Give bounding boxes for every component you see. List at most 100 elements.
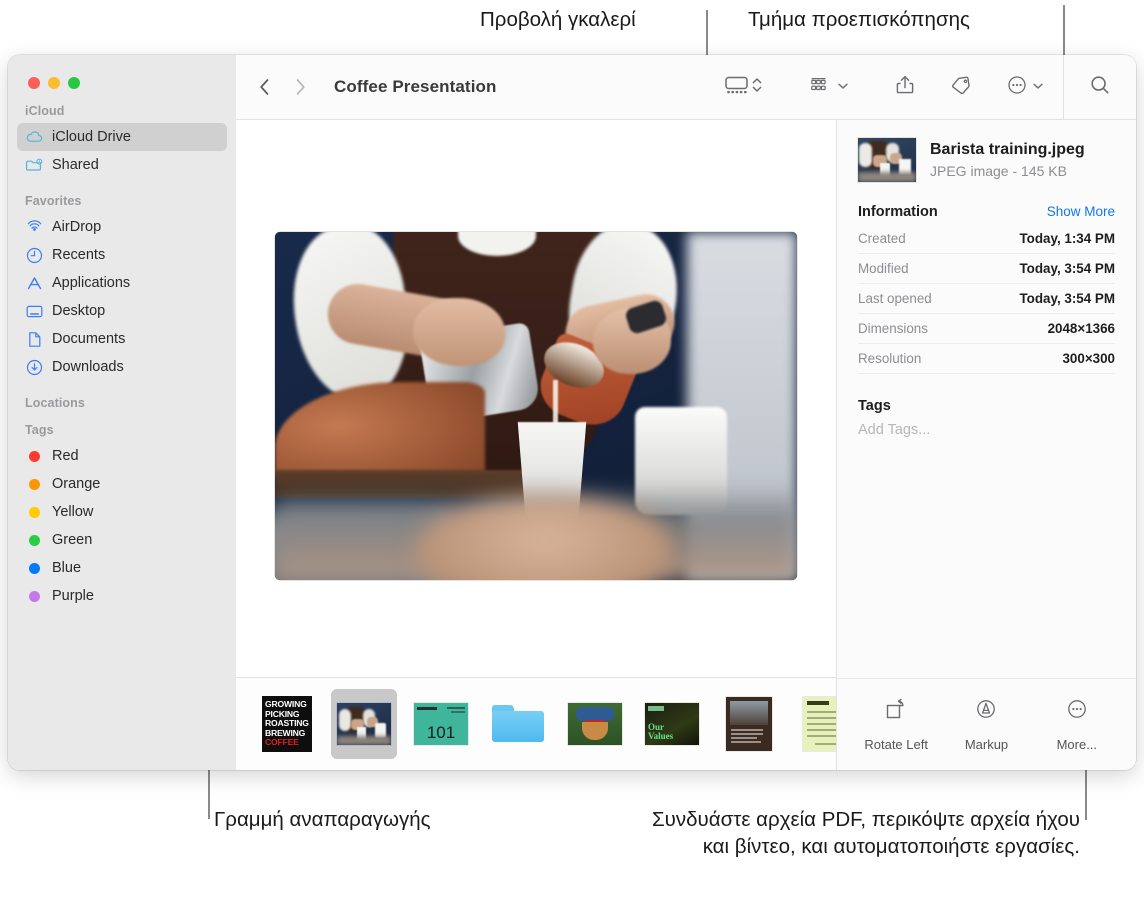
sidebar-tag-orange[interactable]: Orange [17, 470, 227, 498]
filmstrip-item-coffee-101-slide[interactable]: 101 [408, 689, 474, 759]
search-icon [1088, 73, 1112, 102]
gallery-preview [236, 120, 836, 677]
tag-button[interactable] [940, 55, 981, 119]
sidebar-item-recents[interactable]: Recents [17, 241, 227, 269]
more-button[interactable]: More... [1032, 697, 1122, 752]
chevron-down-icon [837, 78, 849, 96]
filmstrip-item-berries-photo[interactable] [562, 689, 628, 759]
sidebar-item-label: Recents [52, 247, 105, 263]
window-controls [8, 55, 236, 89]
sidebar-item-label: iCloud Drive [52, 129, 131, 145]
back-button[interactable] [256, 75, 272, 99]
filmstrip-item-recipe-sheet[interactable] [793, 689, 836, 759]
quick-actions-bar: Rotate Left Markup [837, 678, 1136, 770]
chevron-down-icon [1032, 78, 1044, 96]
sidebar-item-desktop[interactable]: Desktop [17, 297, 227, 325]
screenshot-stage: Προβολή γκαλερί Τμήμα προεπισκόπησης Γρα… [0, 0, 1144, 912]
slide-101-thumbnail: 101 [414, 703, 468, 745]
gallery-area: GROWING PICKING ROASTING BREWING COFFEE [236, 120, 837, 770]
filmstrip-item-our-values-slide[interactable]: Our Values [639, 689, 705, 759]
tag-icon [949, 74, 972, 101]
forward-button[interactable] [292, 75, 308, 99]
document-icon [25, 330, 44, 349]
sidebar-item-label: Shared [52, 157, 99, 173]
add-tags-input[interactable]: Add Tags... [858, 422, 1115, 438]
toolbar: Coffee Presentation [236, 55, 1136, 120]
sidebar-tag-purple[interactable]: Purple [17, 582, 227, 610]
file-header: Barista training.jpeg JPEG image - 145 K… [858, 138, 1115, 182]
tag-color-dot [29, 591, 40, 602]
info-key: Modified [858, 261, 909, 276]
applications-icon [25, 274, 44, 293]
toolbar-actions [715, 55, 1136, 119]
tags-title: Tags [858, 398, 1115, 414]
poster-line: COFFEE [265, 738, 312, 747]
slide-101-number: 101 [427, 723, 455, 743]
sidebar-item-label: Documents [52, 331, 125, 347]
tag-color-dot [29, 451, 40, 462]
info-key: Dimensions [858, 321, 928, 336]
ellipsis-circle-icon [1006, 74, 1028, 101]
sidebar-item-icloud-drive[interactable]: iCloud Drive [17, 123, 227, 151]
sidebar-tag-red[interactable]: Red [17, 442, 227, 470]
berries-thumbnail [568, 703, 622, 745]
tag-color-dot [29, 479, 40, 490]
search-button[interactable] [1064, 55, 1136, 119]
callout-preview-pane: Τμήμα προεπισκόπησης [748, 6, 970, 33]
group-items-button[interactable] [800, 55, 858, 119]
file-title-block: Barista training.jpeg JPEG image - 145 K… [930, 140, 1085, 180]
sidebar-item-shared[interactable]: Shared [17, 151, 227, 179]
sidebar-item-applications[interactable]: Applications [17, 269, 227, 297]
info-key: Created [858, 231, 906, 246]
clock-icon [25, 246, 44, 265]
filmstrip-item-coffee-stages-poster[interactable]: GROWING PICKING ROASTING BREWING COFFEE [254, 689, 320, 759]
markup-button[interactable]: Markup [941, 697, 1031, 752]
sidebar-tag-label: Purple [52, 588, 94, 604]
sidebar-item-documents[interactable]: Documents [17, 325, 227, 353]
info-scroll-area: Barista training.jpeg JPEG image - 145 K… [837, 120, 1136, 678]
rotate-left-button[interactable]: Rotate Left [851, 697, 941, 752]
sidebar-section-favorites-title: Favorites [8, 193, 236, 210]
filmstrip-item-meeting-document[interactable] [716, 689, 782, 759]
sidebar-tag-green[interactable]: Green [17, 526, 227, 554]
sidebar-item-label: AirDrop [52, 219, 101, 235]
values-title-line2: Values [648, 731, 673, 741]
minimize-button[interactable] [48, 77, 60, 89]
filmstrip-item-folder[interactable] [485, 689, 551, 759]
info-value: Today, 3:54 PM [1020, 291, 1116, 306]
info-row-dimensions: Dimensions 2048×1366 [858, 314, 1115, 344]
sidebar-tag-label: Green [52, 532, 92, 548]
sidebar-item-label: Applications [52, 275, 130, 291]
tag-color-dot [29, 563, 40, 574]
close-button[interactable] [28, 77, 40, 89]
navigation-arrows [236, 75, 308, 99]
view-options-stepper[interactable] [751, 55, 772, 119]
content-area: GROWING PICKING ROASTING BREWING COFFEE [236, 120, 1136, 770]
share-button[interactable] [886, 55, 924, 119]
main-column: Coffee Presentation [236, 55, 1136, 770]
action-label: Markup [965, 737, 1008, 752]
info-row-last-opened: Last opened Today, 3:54 PM [858, 284, 1115, 314]
sidebar-tag-yellow[interactable]: Yellow [17, 498, 227, 526]
sidebar-tag-blue[interactable]: Blue [17, 554, 227, 582]
filmstrip[interactable]: GROWING PICKING ROASTING BREWING COFFEE [236, 677, 836, 770]
action-label: More... [1057, 737, 1097, 752]
icloud-icon [25, 128, 44, 147]
up-down-chevron-icon [751, 74, 763, 101]
folder-icon [490, 703, 546, 745]
sidebar-item-airdrop[interactable]: AirDrop [17, 213, 227, 241]
zoom-button[interactable] [68, 77, 80, 89]
filmstrip-item-barista-training-photo[interactable] [331, 689, 397, 759]
sidebar-item-downloads[interactable]: Downloads [17, 353, 227, 381]
more-actions-button[interactable] [997, 55, 1053, 119]
preview-image-barista[interactable] [275, 232, 797, 580]
info-value: Today, 1:34 PM [1020, 231, 1116, 246]
finder-window: iCloud iCloud Drive Shared [8, 55, 1136, 770]
shared-folder-icon [25, 156, 44, 175]
gallery-view-button[interactable] [715, 55, 751, 119]
info-row-resolution: Resolution 300×300 [858, 344, 1115, 374]
sidebar-tag-label: Yellow [52, 504, 93, 520]
callout-bottom-right: Συνδυάστε αρχεία PDF, περικόψτε αρχεία ή… [628, 806, 1080, 860]
page-title: Coffee Presentation [334, 77, 497, 97]
show-more-link[interactable]: Show More [1047, 204, 1115, 219]
